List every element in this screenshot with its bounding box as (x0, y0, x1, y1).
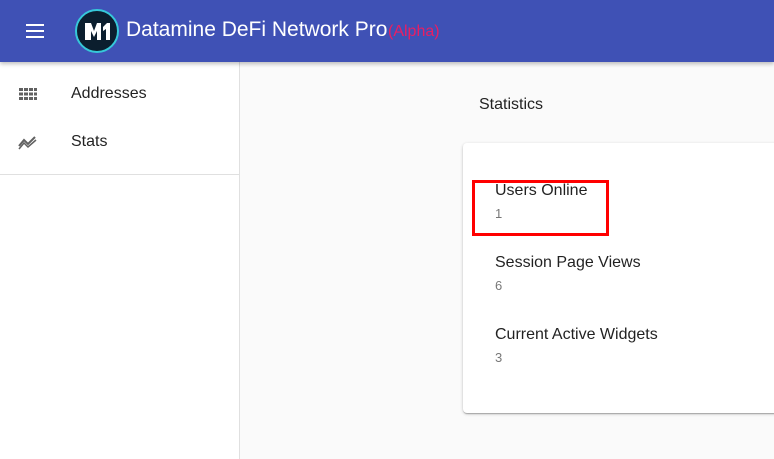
stat-item-session-page-views: Session Page Views 6 (495, 253, 641, 295)
sidebar: Addresses Stats (0, 62, 240, 459)
app-bar: Datamine DeFi Network Pro (Alpha) (0, 0, 774, 62)
sidebar-item-addresses[interactable]: Addresses (0, 70, 239, 118)
sidebar-item-stats[interactable]: Stats (0, 118, 239, 166)
alpha-badge: (Alpha) (388, 23, 440, 40)
datamine-logo-icon[interactable] (75, 9, 119, 53)
stat-value: 3 (495, 350, 503, 365)
stat-item-current-active-widgets: Current Active Widgets 3 (495, 325, 658, 367)
trending-icon (18, 132, 38, 152)
sidebar-item-label: Addresses (71, 85, 147, 102)
stat-label: Session Page Views (495, 254, 641, 271)
page-title: Statistics (479, 96, 544, 113)
menu-icon-bar (26, 36, 44, 38)
menu-icon-bar (26, 24, 44, 26)
menu-button[interactable] (18, 16, 52, 46)
highlight-box (472, 180, 609, 236)
stat-label: Current Active Widgets (495, 326, 658, 343)
sidebar-item-label: Stats (71, 133, 108, 150)
stat-value: 6 (495, 278, 503, 293)
sidebar-nav: Addresses Stats (0, 62, 239, 175)
menu-icon-bar (26, 30, 44, 32)
app-title: Datamine DeFi Network Pro (126, 18, 388, 41)
grid-icon (18, 84, 38, 104)
